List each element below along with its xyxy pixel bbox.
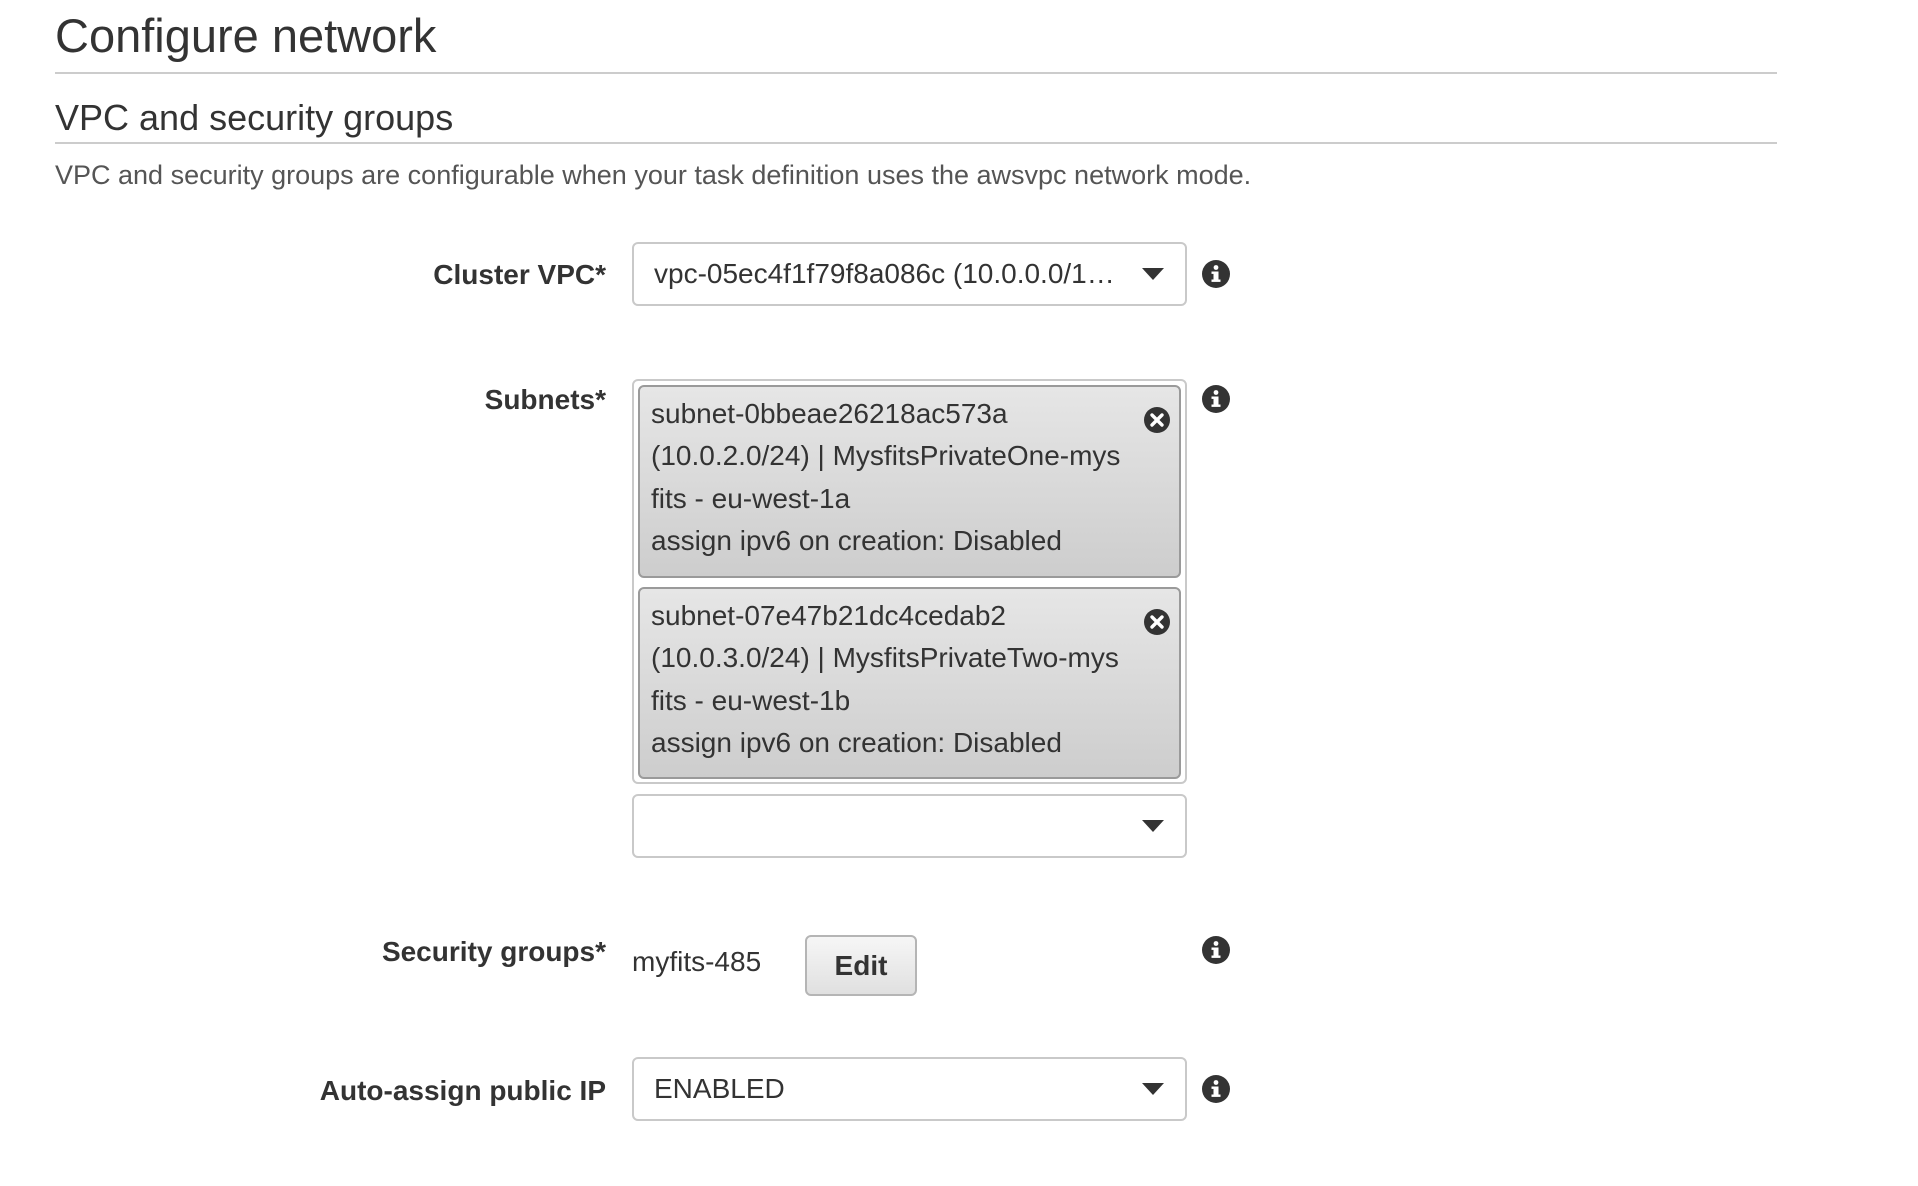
edit-security-groups-button[interactable]: Edit xyxy=(805,935,917,996)
auto-assign-ip-label: Auto-assign public IP xyxy=(319,1075,606,1106)
subnet-tag-line: (10.0.2.0/24) | MysfitsPrivateOne-mys xyxy=(651,440,1121,471)
auto-assign-ip-select[interactable]: ENABLED xyxy=(632,1057,1187,1121)
section-title: VPC and security groups xyxy=(55,97,454,138)
subnet-tag-line: subnet-07e47b21dc4cedab2 xyxy=(651,600,1006,631)
subnets-label: Subnets* xyxy=(484,384,606,415)
subnet-tag-line: assign ipv6 on creation: Disabled xyxy=(651,525,1062,556)
info-icon[interactable] xyxy=(1201,384,1231,414)
auto-assign-ip-value: ENABLED xyxy=(654,1073,785,1104)
subnet-tag-line: subnet-0bbeae26218ac573a xyxy=(651,398,1008,429)
subnet-tag: subnet-07e47b21dc4cedab2 (10.0.3.0/24) |… xyxy=(638,587,1181,779)
info-icon[interactable] xyxy=(1201,1074,1231,1104)
close-circle-icon[interactable] xyxy=(1143,406,1171,434)
subnet-tag-line: fits - eu-west-1b xyxy=(651,685,851,716)
security-groups-label: Security groups* xyxy=(381,936,606,967)
subnet-tag-line: (10.0.3.0/24) | MysfitsPrivateTwo-mys xyxy=(651,642,1119,673)
cluster-vpc-select[interactable]: vpc-05ec4f1f79f8a086c (10.0.0.0/1… xyxy=(632,242,1187,306)
subnet-tag: subnet-0bbeae26218ac573a (10.0.2.0/24) |… xyxy=(638,385,1181,578)
cluster-vpc-label: Cluster VPC* xyxy=(433,259,606,290)
info-icon[interactable] xyxy=(1201,259,1231,289)
cluster-vpc-value: vpc-05ec4f1f79f8a086c (10.0.0.0/1… xyxy=(654,258,1115,289)
title-divider xyxy=(55,72,1777,74)
page-title: Configure network xyxy=(55,9,437,62)
subnets-picker-select[interactable] xyxy=(632,794,1187,858)
chevron-down-icon xyxy=(1142,1083,1164,1095)
chevron-down-icon xyxy=(1142,820,1164,832)
info-icon[interactable] xyxy=(1201,935,1231,965)
security-group-value: myfits-485 xyxy=(632,946,762,977)
section-description: VPC and security groups are configurable… xyxy=(55,160,1252,190)
subnets-selected-list: subnet-0bbeae26218ac573a (10.0.2.0/24) |… xyxy=(632,379,1187,784)
close-circle-icon[interactable] xyxy=(1143,608,1171,636)
subnet-tag-line: assign ipv6 on creation: Disabled xyxy=(651,727,1062,758)
chevron-down-icon xyxy=(1142,268,1164,280)
section-divider xyxy=(55,142,1777,144)
subnet-tag-line: fits - eu-west-1a xyxy=(651,483,851,514)
